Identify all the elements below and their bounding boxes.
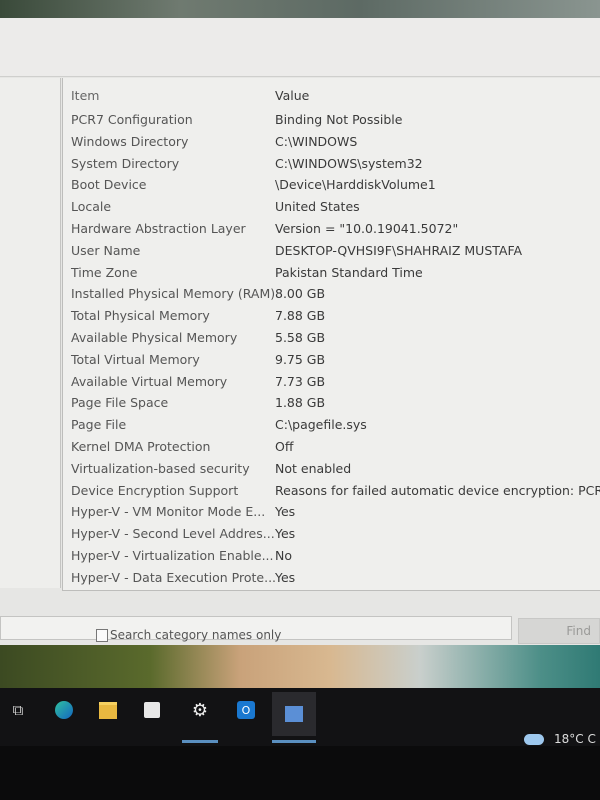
- system-information-icon[interactable]: [272, 692, 316, 736]
- table-row[interactable]: Time Zone Pakistan Standard Time: [63, 265, 600, 285]
- taskbar: ⧉ ⚙ O 18°C C: [0, 688, 600, 746]
- table-row[interactable]: Page File Space 1.88 GB: [63, 395, 600, 415]
- table-row[interactable]: Device Encryption Support Reasons for fai…: [63, 483, 600, 503]
- item-cell: Time Zone: [71, 264, 138, 280]
- value-cell: No: [275, 548, 292, 563]
- table-row[interactable]: Hyper-V - VM Monitor Mode E... Yes: [63, 504, 600, 524]
- table-row[interactable]: Total Physical Memory 7.88 GB: [63, 308, 600, 328]
- value-cell: Pakistan Standard Time: [275, 264, 423, 280]
- sysinfo-active-indicator: [272, 740, 316, 743]
- item-cell: Item: [71, 88, 100, 103]
- item-cell: Available Virtual Memory: [71, 373, 228, 389]
- value-cell: Yes: [275, 504, 296, 520]
- table-row[interactable]: Kernel DMA Protection Off: [63, 439, 600, 459]
- value-cell: 7.73 GB: [275, 373, 326, 389]
- value-cell: Yes: [275, 569, 296, 585]
- value-cell: \Device\HarddiskVolume1: [275, 177, 436, 193]
- value-cell: C:\WINDOWS: [275, 133, 358, 149]
- value-cell: DESKTOP-QVHSI9F\SHAHRAIZ MUSTAFA: [275, 242, 523, 258]
- search-category-names-only[interactable]: Search category names only: [96, 628, 281, 642]
- item-cell: Windows Directory: [71, 133, 189, 149]
- table-row[interactable]: System Directory C:\WINDOWS\system32: [63, 156, 600, 176]
- table-row[interactable]: Total Virtual Memory 9.75 GB: [63, 352, 600, 372]
- value-cell: C:\pagefile.sys: [275, 417, 367, 433]
- item-cell: Locale: [71, 199, 112, 215]
- settings-icon[interactable]: ⚙: [188, 698, 212, 722]
- value-cell: Yes: [275, 526, 296, 542]
- category-tree[interactable]: [0, 78, 61, 588]
- details-list[interactable]: Item Value PCR7 Configuration Binding Not P…: [62, 78, 600, 591]
- table-row[interactable]: PCR7 Configuration Binding Not Possible: [63, 112, 600, 132]
- value-cell: Value: [275, 88, 310, 103]
- item-cell: Hardware Abstraction Layer: [71, 221, 246, 236]
- item-cell: Total Physical Memory: [71, 308, 210, 324]
- item-cell: Kernel DMA Protection: [71, 439, 211, 454]
- item-cell: Hyper-V - VM Monitor Mode E...: [71, 504, 266, 520]
- item-cell: Hyper-V - Second Level Addres...: [71, 526, 275, 542]
- table-row[interactable]: Page File C:\pagefile.sys: [63, 417, 600, 437]
- file-explorer-icon[interactable]: [96, 698, 120, 722]
- checkbox[interactable]: [96, 628, 108, 642]
- item-cell: User Name: [71, 242, 141, 258]
- checkbox-label: Search category names only: [110, 628, 282, 642]
- item-cell: Total Virtual Memory: [71, 351, 200, 367]
- value-cell: 8.00 GB: [275, 286, 326, 302]
- value-cell: Version = "10.0.19041.5072": [275, 221, 459, 236]
- window-header: [0, 18, 600, 77]
- table-row[interactable]: Hyper-V - Virtualization Enable... No: [63, 548, 600, 568]
- column-header-row[interactable]: Item Value: [63, 88, 600, 108]
- item-cell: Available Physical Memory: [71, 330, 238, 345]
- value-cell: C:\WINDOWS\system32: [275, 155, 423, 171]
- item-cell: Installed Physical Memory (RAM): [71, 286, 276, 302]
- item-cell: Hyper-V - Data Execution Prote...: [71, 569, 277, 585]
- item-cell: Page File Space: [71, 395, 169, 411]
- item-cell: Device Encryption Support: [71, 482, 239, 498]
- system-information-window: Item Value PCR7 Configuration Binding Not P…: [0, 18, 600, 648]
- item-cell: Virtualization-based security: [71, 460, 250, 476]
- table-row[interactable]: User Name DESKTOP-QVHSI9F\SHAHRAIZ MUSTAF…: [63, 243, 600, 263]
- table-row[interactable]: Boot Device \Device\HarddiskVolume1: [63, 177, 600, 197]
- item-cell: Boot Device: [71, 177, 147, 193]
- table-row[interactable]: Hardware Abstraction Layer Version = "10.…: [63, 221, 600, 241]
- item-cell: System Directory: [71, 155, 180, 171]
- settings-running-indicator: [182, 740, 218, 743]
- cloud-icon: [524, 733, 544, 745]
- value-cell: United States: [275, 199, 360, 215]
- value-cell: Reasons for failed automatic device encr…: [275, 482, 600, 498]
- weather-temperature: 18°C C: [554, 732, 596, 746]
- value-cell: Off: [275, 439, 294, 454]
- table-row[interactable]: Available Virtual Memory 7.73 GB: [63, 374, 600, 394]
- item-cell: Page File: [71, 417, 127, 433]
- edge-icon[interactable]: [52, 698, 76, 722]
- item-cell: PCR7 Configuration: [71, 112, 193, 127]
- value-cell: Not enabled: [275, 460, 352, 476]
- table-row[interactable]: Locale United States: [63, 199, 600, 219]
- table-row[interactable]: Windows Directory C:\WINDOWS: [63, 134, 600, 154]
- item-cell: Hyper-V - Virtualization Enable...: [71, 548, 274, 563]
- weather-widget[interactable]: 18°C C: [524, 732, 596, 746]
- table-row[interactable]: Hyper-V - Data Execution Prote... Yes: [63, 570, 600, 590]
- table-row[interactable]: Installed Physical Memory (RAM) 8.00 GB: [63, 286, 600, 306]
- find-button[interactable]: Find: [518, 618, 600, 644]
- value-cell: 9.75 GB: [275, 351, 326, 367]
- value-cell: 5.58 GB: [275, 330, 326, 345]
- outlook-icon[interactable]: O: [234, 698, 258, 722]
- table-row[interactable]: Available Physical Memory 5.58 GB: [63, 330, 600, 350]
- value-cell: Binding Not Possible: [275, 112, 403, 127]
- table-row[interactable]: Virtualization-based security Not enabled: [63, 461, 600, 481]
- table-row[interactable]: Hyper-V - Second Level Addres... Yes: [63, 526, 600, 546]
- task-view-icon[interactable]: ⧉: [6, 698, 30, 722]
- value-cell: 7.88 GB: [275, 308, 326, 324]
- store-icon[interactable]: [140, 698, 164, 722]
- value-cell: 1.88 GB: [275, 395, 326, 411]
